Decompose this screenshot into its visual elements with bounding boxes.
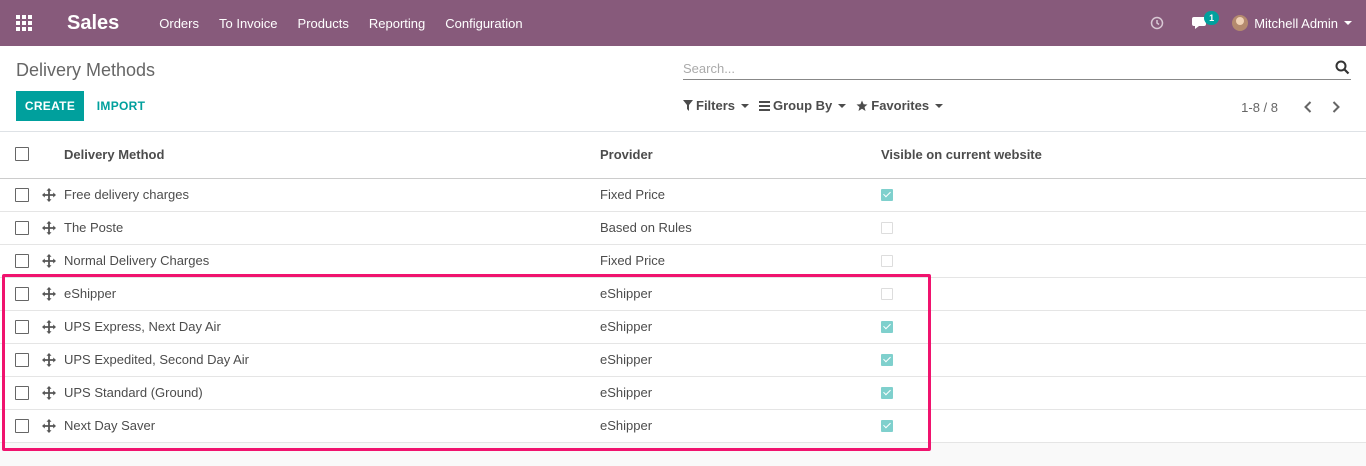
control-panel: Delivery Methods CREATE IMPORT Filters G…: [0, 46, 1366, 132]
select-all-checkbox[interactable]: [15, 147, 29, 161]
table-row[interactable]: UPS Express, Next Day Air eShipper: [0, 311, 1366, 344]
cell-provider: eShipper: [600, 319, 653, 334]
favorites-label: Favorites: [871, 98, 930, 113]
app-name[interactable]: Sales: [67, 12, 119, 35]
search-icon[interactable]: [1335, 60, 1351, 76]
cell-delivery-method: Free delivery charges: [64, 187, 189, 202]
search-options: Filters Group By Favorites: [683, 98, 953, 113]
delivery-methods-table: Delivery Method Provider Visible on curr…: [0, 132, 1366, 443]
table-row[interactable]: Next Day Saver eShipper: [0, 410, 1366, 443]
drag-handle-icon[interactable]: [42, 221, 56, 235]
table-row[interactable]: eShipper eShipper: [0, 278, 1366, 311]
row-checkbox[interactable]: [15, 419, 29, 433]
main-menu: Orders To Invoice Products Reporting Con…: [149, 0, 532, 46]
pager-value[interactable]: 1-8 / 8: [1241, 100, 1278, 115]
cell-delivery-method: UPS Standard (Ground): [64, 385, 203, 400]
drag-handle-icon[interactable]: [42, 254, 56, 268]
user-menu[interactable]: Mitchell Admin: [1220, 0, 1366, 46]
apps-menu-icon[interactable]: [0, 0, 48, 46]
filters-label: Filters: [696, 98, 736, 113]
cell-delivery-method: The Poste: [64, 220, 124, 235]
cell-delivery-method: Normal Delivery Charges: [64, 253, 210, 268]
filters-dropdown[interactable]: Filters: [683, 98, 750, 113]
top-navbar: Sales Orders To Invoice Products Reporti…: [0, 0, 1366, 46]
row-checkbox[interactable]: [15, 188, 29, 202]
star-icon: [856, 100, 868, 111]
list-icon: [759, 100, 771, 111]
group-by-label: Group By: [773, 98, 833, 113]
chevron-left-icon[interactable]: [1294, 98, 1322, 116]
group-by-dropdown[interactable]: Group By: [759, 98, 847, 113]
drag-handle-icon[interactable]: [42, 419, 56, 433]
chevron-down-icon: [1344, 21, 1352, 25]
cell-delivery-method: UPS Express, Next Day Air: [64, 319, 221, 334]
menu-item-products[interactable]: Products: [288, 0, 359, 46]
visible-checkbox: [881, 420, 893, 432]
row-checkbox[interactable]: [15, 287, 29, 301]
cell-delivery-method: Next Day Saver: [64, 418, 156, 433]
create-button[interactable]: CREATE: [16, 91, 84, 121]
systray: 1 Mitchell Admin: [1134, 0, 1366, 46]
column-header-delivery-method[interactable]: Delivery Method: [64, 132, 164, 178]
activity-clock-icon[interactable]: [1134, 0, 1180, 46]
cell-provider: Fixed Price: [600, 253, 666, 268]
column-header-visible[interactable]: Visible on current website: [881, 132, 1042, 178]
chevron-down-icon: [935, 103, 944, 108]
cell-provider: Based on Rules: [600, 220, 692, 235]
table-row[interactable]: Normal Delivery Charges Fixed Price: [0, 245, 1366, 278]
filter-icon: [683, 100, 693, 111]
cell-delivery-method: eShipper: [64, 286, 117, 301]
drag-handle-icon[interactable]: [42, 353, 56, 367]
table-header: Delivery Method Provider Visible on curr…: [0, 132, 1366, 179]
column-header-provider[interactable]: Provider: [600, 132, 653, 178]
row-checkbox[interactable]: [15, 353, 29, 367]
search-bar: [683, 58, 1351, 80]
drag-handle-icon[interactable]: [42, 386, 56, 400]
cell-provider: Fixed Price: [600, 187, 666, 202]
messaging-count-badge: 1: [1204, 11, 1220, 25]
chevron-right-icon[interactable]: [1322, 98, 1350, 116]
row-checkbox[interactable]: [15, 221, 29, 235]
visible-checkbox: [881, 189, 893, 201]
cell-delivery-method: UPS Expedited, Second Day Air: [64, 352, 249, 367]
menu-item-to-invoice[interactable]: To Invoice: [209, 0, 288, 46]
visible-checkbox: [881, 255, 893, 267]
messaging-icon[interactable]: 1: [1180, 0, 1220, 46]
drag-handle-icon[interactable]: [42, 188, 56, 202]
chevron-down-icon: [838, 103, 847, 108]
row-checkbox[interactable]: [15, 320, 29, 334]
row-checkbox[interactable]: [15, 386, 29, 400]
table-row[interactable]: UPS Standard (Ground) eShipper: [0, 377, 1366, 410]
table-row[interactable]: The Poste Based on Rules: [0, 212, 1366, 245]
search-input[interactable]: [683, 58, 1303, 78]
user-name: Mitchell Admin: [1254, 15, 1338, 31]
favorites-dropdown[interactable]: Favorites: [856, 98, 944, 113]
visible-checkbox: [881, 354, 893, 366]
cell-provider: eShipper: [600, 286, 653, 301]
drag-handle-icon[interactable]: [42, 320, 56, 334]
table-row[interactable]: UPS Expedited, Second Day Air eShipper: [0, 344, 1366, 377]
cell-provider: eShipper: [600, 385, 653, 400]
menu-item-orders[interactable]: Orders: [149, 0, 209, 46]
visible-checkbox: [881, 387, 893, 399]
visible-checkbox: [881, 321, 893, 333]
drag-handle-icon[interactable]: [42, 287, 56, 301]
menu-item-configuration[interactable]: Configuration: [435, 0, 532, 46]
menu-item-reporting[interactable]: Reporting: [359, 0, 435, 46]
avatar: [1232, 15, 1249, 31]
cell-provider: eShipper: [600, 418, 653, 433]
chevron-down-icon: [741, 103, 750, 108]
row-checkbox[interactable]: [15, 254, 29, 268]
table-row[interactable]: Free delivery charges Fixed Price: [0, 179, 1366, 212]
visible-checkbox: [881, 288, 893, 300]
pager: 1-8 / 8: [1241, 98, 1350, 116]
cell-provider: eShipper: [600, 352, 653, 367]
import-button[interactable]: IMPORT: [87, 91, 155, 121]
page-title: Delivery Methods: [16, 60, 156, 80]
visible-checkbox: [881, 222, 893, 234]
